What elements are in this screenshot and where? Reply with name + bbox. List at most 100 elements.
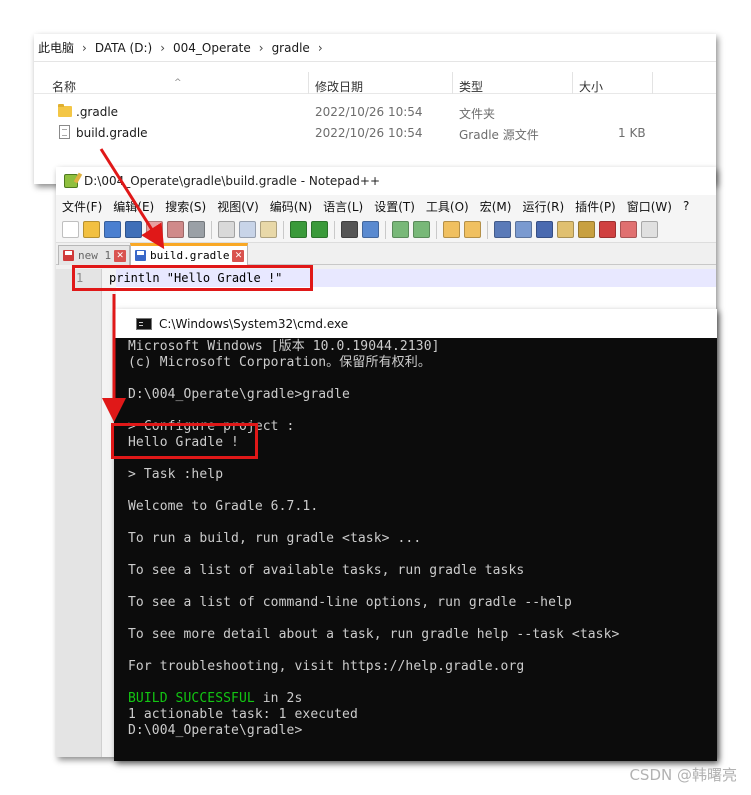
save-icon[interactable] — [104, 221, 121, 238]
indent-guide-icon[interactable] — [536, 221, 553, 238]
zoom-out-icon[interactable] — [413, 221, 430, 238]
tab-label: build.gradle — [150, 249, 230, 262]
tab-close-icon[interactable]: ✕ — [114, 249, 127, 262]
console-line: To run a build, run gradle <task> ... — [128, 531, 422, 546]
console-line: To see more detail about a task, run gra… — [128, 627, 620, 642]
console-line: To see a list of available tasks, run gr… — [128, 563, 525, 578]
monitoring-icon[interactable] — [641, 221, 658, 238]
column-header-size[interactable]: 大小 — [579, 78, 603, 95]
console-line: D:\004_Operate\gradle>gradle — [128, 387, 350, 402]
console-line: (c) Microsoft Corporation。保留所有权利。 — [128, 355, 431, 370]
column-header-name[interactable]: 名称 — [52, 78, 76, 95]
toolbar-separator — [334, 220, 335, 239]
tab-build-gradle[interactable]: build.gradle ✕ — [130, 243, 249, 265]
sort-ascending-icon: ^ — [174, 78, 182, 88]
undo-icon[interactable] — [290, 221, 307, 238]
breadcrumb-separator-icon: › — [160, 40, 166, 55]
menu-settings[interactable]: 设置(T) — [374, 198, 415, 215]
notepad-title-bar[interactable]: D:\004_Operate\gradle\build.gradle - Not… — [56, 167, 716, 195]
console-output[interactable]: Microsoft Windows [版本 10.0.19044.2130] (… — [128, 339, 717, 761]
tab-label: new 1 — [78, 249, 112, 262]
paste-icon[interactable] — [260, 221, 277, 238]
zoom-in-icon[interactable] — [392, 221, 409, 238]
column-divider[interactable] — [452, 72, 453, 94]
saved-disk-icon — [135, 250, 146, 261]
close-file-icon[interactable] — [146, 221, 163, 238]
build-time-text: in 2s — [254, 691, 303, 706]
show-all-characters-icon[interactable] — [515, 221, 532, 238]
folder-as-workspace-icon[interactable] — [620, 221, 637, 238]
watermark: CSDN @韩曙亮 — [629, 766, 737, 784]
tab-new-1[interactable]: new 1 ✕ — [58, 245, 131, 265]
breadcrumb-drive[interactable]: DATA (D:) — [95, 41, 152, 55]
cut-icon[interactable] — [218, 221, 235, 238]
sync-vertical-icon[interactable] — [443, 221, 460, 238]
build-success-line: BUILD SUCCESSFUL in 2s — [128, 691, 302, 707]
toolbar-separator — [385, 220, 386, 239]
file-row-build-gradle[interactable]: build.gradle 2022/10/26 10:54 Gradle 源文件… — [34, 123, 716, 144]
document-map-icon[interactable] — [578, 221, 595, 238]
console-line: To see a list of command-line options, r… — [128, 595, 572, 610]
copy-icon[interactable] — [239, 221, 256, 238]
sync-horizontal-icon[interactable] — [464, 221, 481, 238]
notepad-tab-bar: new 1 ✕ build.gradle ✕ — [56, 243, 716, 265]
print-icon[interactable] — [188, 221, 205, 238]
tab-close-icon[interactable]: ✕ — [232, 249, 245, 262]
notepad-title: D:\004_Operate\gradle\build.gradle - Not… — [84, 174, 380, 188]
menu-edit[interactable]: 编辑(E) — [113, 198, 154, 215]
toolbar-separator — [283, 220, 284, 239]
redo-icon[interactable] — [311, 221, 328, 238]
console-line: 1 actionable task: 1 executed — [128, 707, 358, 722]
file-size: 1 KB — [618, 126, 646, 140]
build-success-text: BUILD SUCCESSFUL — [128, 691, 255, 706]
replace-icon[interactable] — [362, 221, 379, 238]
console-line: For troubleshooting, visit https://help.… — [128, 659, 525, 674]
save-all-icon[interactable] — [125, 221, 142, 238]
language-udl-icon[interactable] — [557, 221, 574, 238]
cmd-title-bar[interactable]: C:\Windows\System32\cmd.exe — [114, 309, 717, 338]
file-icon — [59, 125, 70, 139]
word-wrap-icon[interactable] — [494, 221, 511, 238]
menu-macro[interactable]: 宏(M) — [480, 198, 512, 215]
column-divider[interactable] — [572, 72, 573, 94]
notepad-menu-bar: 文件(F) 编辑(E) 搜索(S) 视图(V) 编码(N) 语言(L) 设置(T… — [56, 195, 716, 217]
annotation-box-output — [111, 423, 258, 459]
column-headers: ^ 名称 修改日期 类型 大小 — [34, 62, 716, 94]
menu-run[interactable]: 运行(R) — [522, 198, 564, 215]
cmd-window: C:\Windows\System32\cmd.exe Microsoft Wi… — [114, 309, 717, 761]
breadcrumb-separator-icon: › — [82, 40, 87, 55]
column-header-type[interactable]: 类型 — [459, 78, 483, 95]
column-header-modified[interactable]: 修改日期 — [315, 78, 363, 95]
menu-window[interactable]: 窗口(W) — [627, 198, 672, 215]
file-row-gradle-folder[interactable]: .gradle 2022/10/26 10:54 文件夹 — [34, 102, 716, 123]
close-all-icon[interactable] — [167, 221, 184, 238]
breadcrumb-separator-icon: › — [317, 40, 323, 55]
menu-language[interactable]: 语言(L) — [323, 198, 363, 215]
breadcrumb-folder-operate[interactable]: 004_Operate — [173, 41, 251, 55]
breadcrumb-folder-gradle[interactable]: gradle — [272, 41, 310, 55]
breadcrumb-this-pc[interactable]: 此电脑 — [38, 39, 74, 56]
menu-help[interactable]: ? — [683, 199, 689, 213]
menu-view[interactable]: 视图(V) — [217, 198, 259, 215]
notepad-app-icon — [64, 174, 78, 188]
breadcrumb[interactable]: 此电脑 › DATA (D:) › 004_Operate › gradle › — [34, 34, 716, 62]
function-list-icon[interactable] — [599, 221, 616, 238]
console-line: Welcome to Gradle 6.7.1. — [128, 499, 319, 514]
file-explorer-window: 此电脑 › DATA (D:) › 004_Operate › gradle ›… — [34, 34, 716, 184]
file-modified: 2022/10/26 10:54 — [315, 126, 423, 140]
menu-plugins[interactable]: 插件(P) — [575, 198, 616, 215]
toolbar-separator — [436, 220, 437, 239]
column-divider[interactable] — [652, 72, 653, 94]
new-file-icon[interactable] — [62, 221, 79, 238]
notepad-toolbar — [56, 217, 716, 243]
find-icon[interactable] — [341, 221, 358, 238]
toolbar-separator — [487, 220, 488, 239]
breadcrumb-separator-icon: › — [258, 40, 264, 55]
cmd-app-icon — [136, 317, 152, 330]
open-file-icon[interactable] — [83, 221, 100, 238]
menu-encoding[interactable]: 编码(N) — [270, 198, 312, 215]
column-divider[interactable] — [308, 72, 309, 94]
menu-file[interactable]: 文件(F) — [62, 198, 102, 215]
menu-tools[interactable]: 工具(O) — [426, 198, 469, 215]
menu-search[interactable]: 搜索(S) — [165, 198, 206, 215]
